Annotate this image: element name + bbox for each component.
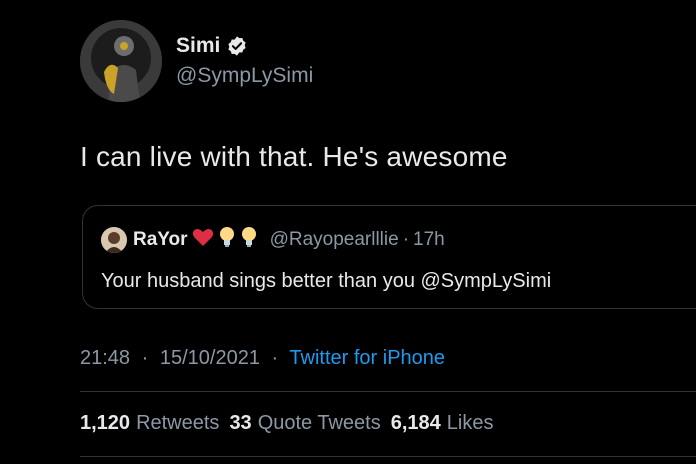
likes-count: 6,184 xyxy=(390,412,441,434)
tweet-time[interactable]: 21:48 xyxy=(80,347,130,369)
meta-separator: · xyxy=(271,347,279,369)
tweet-stats: 1,120 Retweets 33 Quote Tweets 6,184 Lik… xyxy=(80,412,494,435)
tweet-meta: 21:48 · 15/10/2021 · Twitter for iPhone xyxy=(80,347,445,370)
quoted-avatar-image xyxy=(101,226,127,253)
meta-separator: · xyxy=(141,347,149,369)
avatar-image xyxy=(80,20,162,102)
author-avatar[interactable] xyxy=(80,20,162,102)
quoted-tweet-header: RaYor @Rayopearlllie · 17h xyxy=(101,226,445,253)
divider xyxy=(80,456,696,457)
retweets-count: 1,120 xyxy=(80,412,131,434)
quoted-display-name: RaYor xyxy=(133,228,188,250)
likes-stat[interactable]: 6,184 Likes xyxy=(391,412,494,435)
quoted-handle: @Rayopearlllie xyxy=(269,228,399,250)
quoted-separator: · xyxy=(402,228,410,250)
author-handle[interactable]: @SympLySimi xyxy=(176,64,313,88)
quoted-time[interactable]: 17h xyxy=(413,229,445,251)
retweets-label: Retweets xyxy=(136,412,220,434)
quote-tweets-label: Quote Tweets xyxy=(257,412,381,434)
quote-tweets-stat[interactable]: 33 Quote Tweets xyxy=(229,412,380,435)
verified-badge-icon xyxy=(228,36,246,56)
retweets-stat[interactable]: 1,120 Retweets xyxy=(80,412,219,435)
light-bulb-emoji xyxy=(218,226,236,253)
quoted-tweet-card[interactable]: RaYor @Rayopearlllie · 17h Your husband … xyxy=(82,205,696,309)
author-display-name[interactable]: Simi xyxy=(176,34,248,58)
red-heart-emoji xyxy=(192,227,214,252)
quote-tweets-count: 33 xyxy=(229,412,252,434)
author-name-text: Simi xyxy=(176,34,221,57)
tweet-text: I can live with that. He's awesome xyxy=(80,141,508,172)
quoted-author-avatar xyxy=(101,226,127,253)
tweet-date[interactable]: 15/10/2021 xyxy=(160,347,260,369)
light-bulb-emoji xyxy=(240,226,258,253)
tweet-source-link[interactable]: Twitter for iPhone xyxy=(289,347,445,369)
likes-label: Likes xyxy=(446,412,494,434)
quoted-tweet-text: Your husband sings better than you @Symp… xyxy=(101,270,552,292)
tweet-detail: Simi @SympLySimi I can live with that. H… xyxy=(0,0,696,464)
divider xyxy=(80,391,696,392)
